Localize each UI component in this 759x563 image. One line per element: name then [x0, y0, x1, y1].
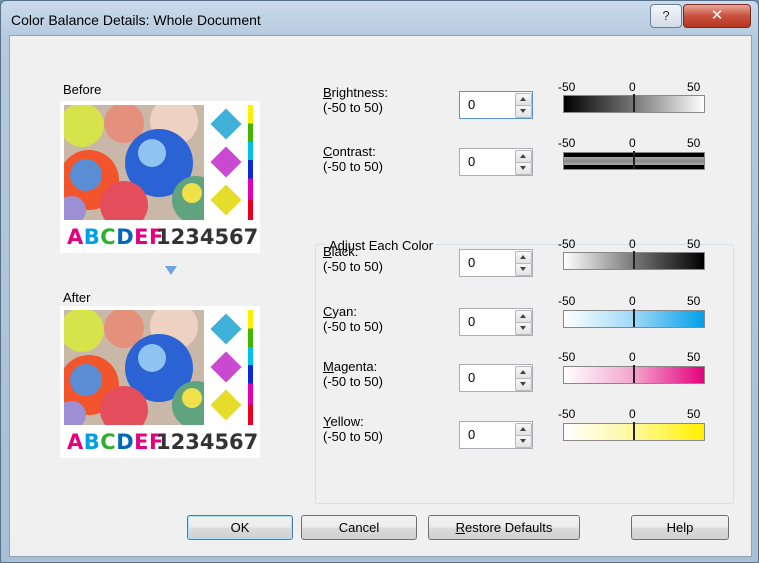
before-preview: ABCDEF 1234567: [60, 101, 260, 253]
yellow-spinbox[interactable]: [459, 421, 533, 449]
down-arrow-icon: [165, 266, 177, 275]
contrast-scale-mid: 0: [629, 136, 636, 150]
contrast-spinbox[interactable]: [459, 148, 533, 176]
black-scale-mid: 0: [629, 237, 636, 251]
magenta-cube-icon: [210, 146, 242, 178]
help-button[interactable]: Help: [631, 515, 729, 540]
magenta-label: Magenta: (-50 to 50): [323, 359, 383, 389]
black-down-button[interactable]: [515, 263, 532, 276]
brightness-label: Brightness: (-50 to 50): [323, 85, 389, 115]
contrast-label: Contrast: (-50 to 50): [323, 144, 383, 174]
close-button[interactable]: ✕: [683, 4, 751, 28]
cyan-label: Cyan: (-50 to 50): [323, 304, 383, 334]
magenta-cube-icon: [210, 351, 242, 383]
title-bar[interactable]: Color Balance Details: Whole Document ? …: [1, 1, 758, 35]
magenta-spinbox[interactable]: [459, 364, 533, 392]
sample-numbers: 1234567: [156, 225, 259, 249]
yellow-label: Yellow: (-50 to 50): [323, 414, 383, 444]
marbles-image: [64, 105, 204, 220]
cyan-spinbox[interactable]: [459, 308, 533, 336]
color-strip: [248, 310, 253, 425]
black-spinbox[interactable]: [459, 249, 533, 277]
cancel-button[interactable]: Cancel: [301, 515, 417, 540]
before-label: Before: [63, 82, 102, 97]
magenta-scale-min: -50: [558, 350, 576, 364]
brightness-input[interactable]: [460, 92, 520, 116]
dialog-window: Color Balance Details: Whole Document ? …: [0, 0, 759, 563]
black-scale-max: 50: [687, 237, 701, 251]
magenta-scale-max: 50: [687, 350, 701, 364]
window-title: Color Balance Details: Whole Document: [11, 12, 261, 28]
cyan-cube-icon: [210, 313, 242, 345]
sample-letters: ABCDEF: [67, 430, 164, 454]
magenta-down-button[interactable]: [515, 378, 532, 391]
black-label: Black: (-50 to 50): [323, 244, 383, 274]
brightness-spinbox[interactable]: [459, 91, 533, 119]
contrast-gradient-bar: [563, 151, 705, 170]
cyan-gradient-bar: [563, 309, 705, 328]
magenta-gradient-bar: [563, 365, 705, 384]
marbles-image: [64, 310, 204, 425]
color-strip: [248, 105, 253, 220]
yellow-scale-max: 50: [687, 407, 701, 421]
yellow-scale-mid: 0: [629, 407, 636, 421]
sample-numbers: 1234567: [156, 430, 259, 454]
black-input[interactable]: [460, 250, 520, 274]
black-scale-min: -50: [558, 237, 576, 251]
help-title-button[interactable]: ?: [650, 4, 682, 28]
magenta-input[interactable]: [460, 365, 520, 389]
after-preview: ABCDEF 1234567: [60, 306, 260, 458]
cyan-scale-min: -50: [558, 294, 576, 308]
brightness-down-button[interactable]: [515, 105, 532, 118]
brightness-scale-max: 50: [687, 80, 701, 94]
magenta-scale-mid: 0: [629, 350, 636, 364]
contrast-input[interactable]: [460, 149, 520, 173]
yellow-cube-icon: [210, 184, 242, 216]
cyan-scale-max: 50: [687, 294, 701, 308]
brightness-gradient-bar: [563, 94, 705, 113]
cyan-input[interactable]: [460, 309, 520, 333]
cyan-cube-icon: [210, 108, 242, 140]
sample-letters: ABCDEF: [67, 225, 164, 249]
cyan-down-button[interactable]: [515, 322, 532, 335]
yellow-scale-min: -50: [558, 407, 576, 421]
yellow-gradient-bar: [563, 422, 705, 441]
contrast-scale-min: -50: [558, 136, 576, 150]
black-gradient-bar: [563, 251, 705, 270]
brightness-scale-mid: 0: [629, 80, 636, 94]
after-label: After: [63, 290, 91, 305]
yellow-down-button[interactable]: [515, 435, 532, 448]
ok-button[interactable]: OK: [187, 515, 293, 540]
brightness-scale-min: -50: [558, 80, 576, 94]
dialog-client: Before ABCDEF 1234567 After ABCDEF 12345…: [9, 35, 752, 557]
contrast-down-button[interactable]: [515, 162, 532, 175]
restore-defaults-button[interactable]: Restore Defaults: [428, 515, 580, 540]
yellow-cube-icon: [210, 389, 242, 421]
cyan-scale-mid: 0: [629, 294, 636, 308]
contrast-scale-max: 50: [687, 136, 701, 150]
yellow-input[interactable]: [460, 422, 520, 446]
